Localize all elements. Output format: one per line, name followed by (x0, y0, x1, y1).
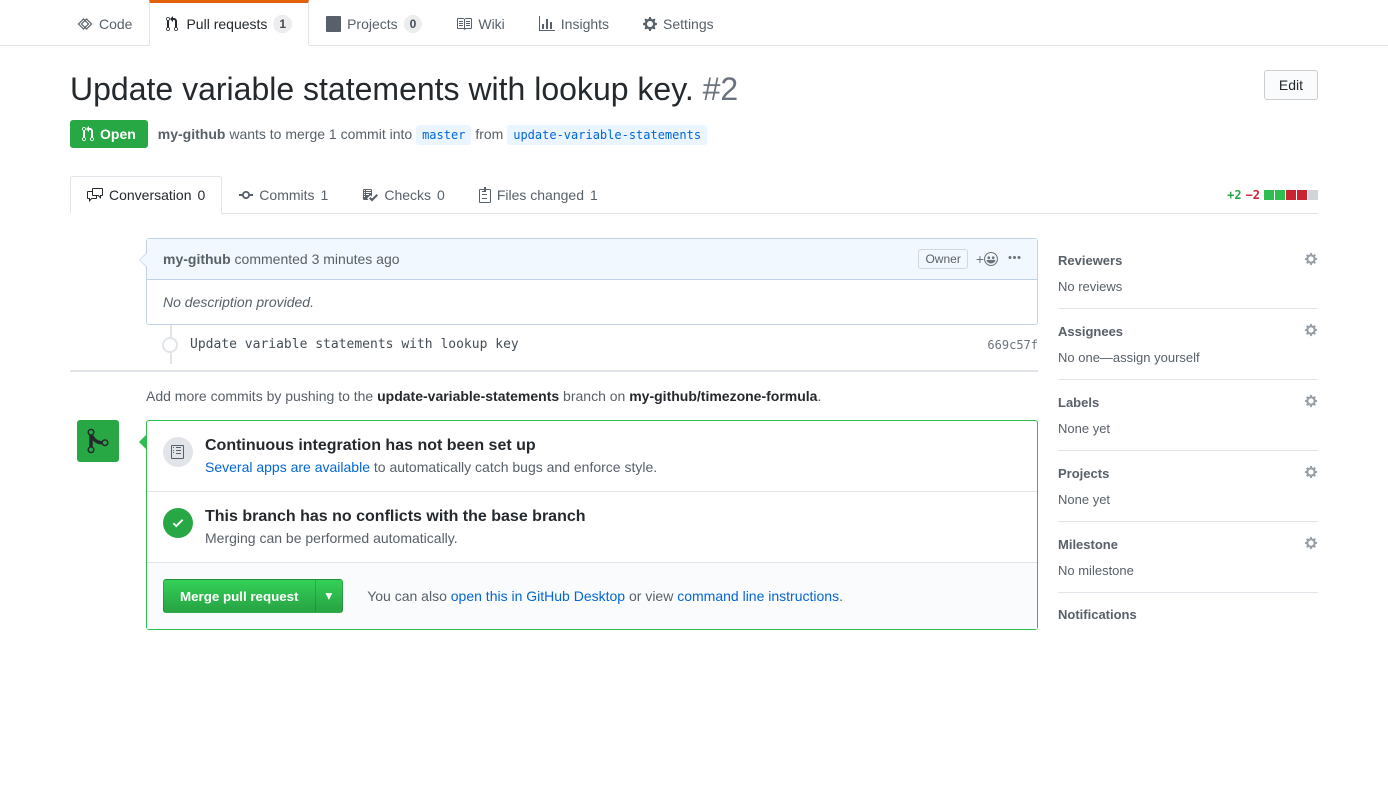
pr-header: Update variable statements with lookup k… (70, 46, 1318, 176)
ci-status-icon (163, 437, 193, 467)
owner-badge: Owner (918, 249, 967, 269)
sidebar-reviewers: Reviewers No reviews (1058, 238, 1318, 309)
tab-settings[interactable]: Settings (626, 1, 731, 44)
git-pull-request-icon (82, 126, 96, 142)
gear-icon[interactable] (1304, 394, 1318, 411)
merge-dropdown-button[interactable]: ▾ (316, 579, 344, 613)
sidebar-notifications: Notifications (1058, 593, 1318, 646)
assign-yourself-link[interactable]: assign yourself (1113, 350, 1200, 365)
pr-author-link[interactable]: my-github (158, 126, 226, 142)
timeline-commit: Update variable statements with lookup k… (146, 325, 1038, 364)
open-desktop-link[interactable]: open this in GitHub Desktop (451, 588, 625, 604)
gear-icon[interactable] (1304, 252, 1318, 269)
milestone-value: No milestone (1058, 563, 1318, 578)
file-diff-icon (479, 187, 491, 203)
tab-commits-label: Commits (259, 187, 314, 203)
sidebar-assignees: Assignees No one—assign yourself (1058, 309, 1318, 380)
diffstat: +2 −2 (1227, 188, 1318, 202)
code-icon (77, 16, 93, 32)
add-reaction-button[interactable]: + (976, 251, 998, 267)
pr-count-badge: 1 (273, 15, 292, 33)
tab-projects-label: Projects (347, 16, 398, 32)
merge-status-icon (77, 420, 119, 462)
tab-pull-requests-label: Pull requests (186, 16, 267, 32)
commit-message[interactable]: Update variable statements with lookup k… (190, 337, 977, 352)
git-pull-request-icon (166, 16, 180, 32)
deletions-count: −2 (1246, 188, 1260, 202)
head-branch-label[interactable]: update-variable-statements (507, 125, 707, 145)
pr-sidebar: Reviewers No reviews Assignees No one—as… (1058, 238, 1318, 646)
tab-files-changed-label: Files changed (497, 187, 584, 203)
checklist-icon (362, 187, 378, 203)
gear-icon[interactable] (1304, 323, 1318, 340)
ci-apps-link[interactable]: Several apps are available (205, 459, 370, 475)
commit-dot-icon (162, 337, 178, 353)
sidebar-projects: Projects None yet (1058, 451, 1318, 522)
comment-author[interactable]: my-github commented 3 minutes ago (163, 251, 400, 267)
files-changed-count: 1 (590, 187, 598, 203)
additions-count: +2 (1227, 188, 1241, 202)
tab-pull-requests[interactable]: Pull requests 1 (149, 0, 309, 46)
commit-sha[interactable]: 669c57f (987, 338, 1038, 352)
book-icon (456, 16, 472, 32)
tab-conversation-label: Conversation (109, 187, 192, 203)
tab-projects[interactable]: Projects 0 (309, 0, 439, 45)
merge-ok-body: Merging can be performed automatically. (205, 530, 586, 546)
merge-ok-title: This branch has no conflicts with the ba… (205, 508, 586, 526)
check-icon (163, 508, 193, 538)
project-icon (326, 16, 341, 32)
kebab-menu-icon[interactable] (1008, 251, 1021, 267)
ci-title: Continuous integration has not been set … (205, 437, 657, 455)
tab-insights-label: Insights (561, 16, 609, 32)
tab-checks[interactable]: Checks 0 (345, 176, 461, 213)
tab-wiki[interactable]: Wiki (439, 1, 521, 44)
tab-code[interactable]: Code (60, 1, 149, 44)
comment-body: No description provided. (147, 280, 1037, 324)
sidebar-labels: Labels None yet (1058, 380, 1318, 451)
comment-discussion-icon (87, 187, 103, 203)
pr-meta: my-github wants to merge 1 commit into m… (158, 126, 707, 142)
pr-state-badge: Open (70, 120, 148, 148)
pr-state-label: Open (100, 126, 136, 142)
sidebar-milestone: Milestone No milestone (1058, 522, 1318, 593)
repo-nav: Code Pull requests 1 Projects 0 Wiki Ins… (0, 0, 1388, 46)
checks-count: 0 (437, 187, 445, 203)
git-commit-icon (239, 187, 253, 203)
tab-settings-label: Settings (663, 16, 714, 32)
projects-value: None yet (1058, 492, 1318, 507)
pr-number: #2 (703, 71, 739, 107)
tab-insights[interactable]: Insights (522, 1, 626, 44)
merge-box: Continuous integration has not been set … (146, 420, 1038, 630)
conversation-count: 0 (198, 187, 206, 203)
merge-button[interactable]: Merge pull request (163, 579, 316, 613)
gear-icon[interactable] (1304, 536, 1318, 553)
base-branch-label[interactable]: master (416, 125, 471, 145)
tab-conversation[interactable]: Conversation 0 (70, 176, 222, 214)
gear-icon (643, 16, 657, 32)
projects-count-badge: 0 (404, 15, 423, 33)
tab-commits[interactable]: Commits 1 (222, 176, 345, 213)
pr-title-text: Update variable statements with lookup k… (70, 71, 694, 107)
tab-checks-label: Checks (384, 187, 431, 203)
tab-code-label: Code (99, 16, 132, 32)
labels-value: None yet (1058, 421, 1318, 436)
tab-files-changed[interactable]: Files changed 1 (462, 176, 615, 213)
reviewers-value: No reviews (1058, 279, 1318, 294)
pr-tabs: Conversation 0 Commits 1 Checks 0 Files … (70, 176, 1318, 214)
push-hint: Add more commits by pushing to the updat… (146, 388, 1038, 404)
commits-count: 1 (321, 187, 329, 203)
gear-icon[interactable] (1304, 465, 1318, 482)
tab-wiki-label: Wiki (478, 16, 504, 32)
diffstat-blocks (1264, 190, 1318, 200)
graph-icon (539, 16, 555, 32)
merge-alt-text: You can also open this in GitHub Desktop… (367, 588, 843, 604)
pr-description-comment: my-github commented 3 minutes ago Owner … (146, 238, 1038, 325)
command-line-link[interactable]: command line instructions (677, 588, 839, 604)
pr-title: Update variable statements with lookup k… (70, 70, 738, 108)
edit-button[interactable]: Edit (1264, 70, 1318, 100)
